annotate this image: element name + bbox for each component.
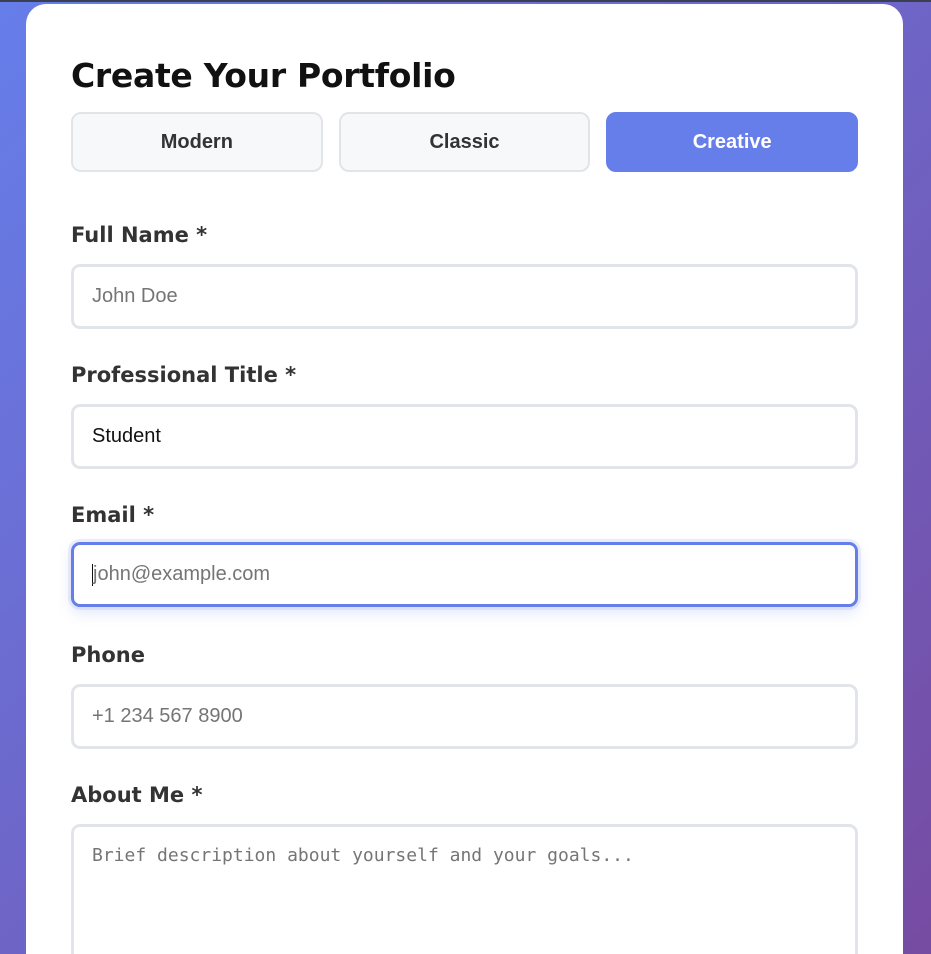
template-modern-button[interactable]: Modern <box>71 112 323 172</box>
full-name-field-group: Full Name * John Doe <box>71 220 858 329</box>
email-placeholder: john@example.com <box>93 563 271 585</box>
phone-placeholder: +1 234 567 8900 <box>92 705 243 727</box>
template-creative-button[interactable]: Creative <box>606 112 859 172</box>
full-name-input[interactable]: John Doe <box>71 264 858 329</box>
phone-field-group: Phone +1 234 567 8900 <box>71 640 858 749</box>
professional-title-input[interactable]: Student <box>71 404 858 469</box>
about-me-placeholder: Brief description about yourself and you… <box>92 845 634 866</box>
page-title: Create Your Portfolio <box>71 56 456 95</box>
window-top-edge <box>0 0 931 2</box>
professional-title-field-group: Professional Title * Student <box>71 360 858 469</box>
phone-label: Phone <box>71 643 145 667</box>
professional-title-value: Student <box>92 425 161 447</box>
template-selector: Modern Classic Creative <box>71 112 859 172</box>
about-me-label: About Me * <box>71 783 203 807</box>
email-field-group: Email * john@example.com <box>71 500 858 607</box>
full-name-label: Full Name * <box>71 223 208 247</box>
about-me-field-group: About Me * Brief description about yours… <box>71 780 858 954</box>
full-name-placeholder: John Doe <box>92 285 178 307</box>
template-classic-button[interactable]: Classic <box>338 112 591 172</box>
portfolio-form-card: Create Your Portfolio Modern Classic Cre… <box>26 4 903 954</box>
about-me-textarea[interactable]: Brief description about yourself and you… <box>71 824 858 954</box>
email-input[interactable]: john@example.com <box>71 542 858 607</box>
professional-title-label: Professional Title * <box>71 363 297 387</box>
phone-input[interactable]: +1 234 567 8900 <box>71 684 858 749</box>
email-label: Email * <box>71 503 155 527</box>
